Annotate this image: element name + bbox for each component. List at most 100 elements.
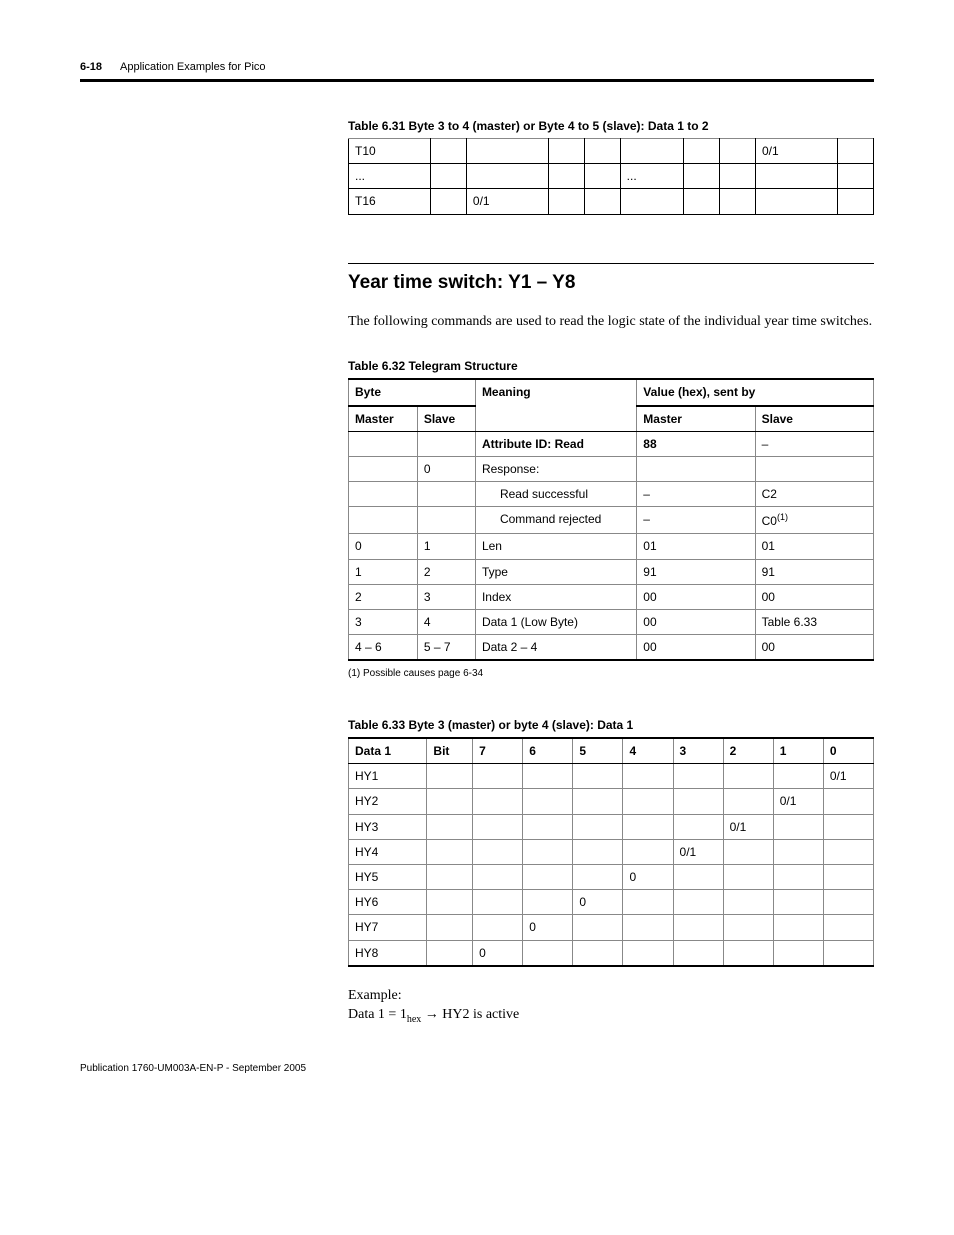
cell: ... [620, 164, 684, 189]
cell [473, 789, 523, 814]
cell [573, 839, 623, 864]
cell: 88 [637, 431, 755, 456]
th-value: Value (hex), sent by [637, 379, 874, 405]
cell: 00 [637, 584, 755, 609]
cell: – [755, 431, 873, 456]
cell [773, 839, 823, 864]
cell: Attribute ID: Read [475, 431, 636, 456]
cell [427, 789, 473, 814]
cell [773, 865, 823, 890]
example-label: Example: [348, 987, 874, 1006]
cell [349, 482, 418, 507]
th-value-master: Master [637, 406, 755, 432]
cell: Command rejected [475, 507, 636, 534]
cell [773, 940, 823, 966]
cell: 91 [755, 559, 873, 584]
cell: – [637, 507, 755, 534]
table-row: 34Data 1 (Low Byte)00Table 6.33 [349, 610, 874, 635]
cell [523, 839, 573, 864]
page-header: 6-18 Application Examples for Pico [80, 60, 874, 75]
table-631-caption: Table 6.31 Byte 3 to 4 (master) or Byte … [348, 118, 874, 134]
table-632-caption: Table 6.32 Telegram Structure [348, 358, 874, 374]
cell [573, 814, 623, 839]
cell [573, 865, 623, 890]
cell: Index [475, 584, 636, 609]
cell: HY3 [349, 814, 427, 839]
cell: HY5 [349, 865, 427, 890]
cell [573, 915, 623, 940]
cell: 3 [417, 584, 475, 609]
cell: 91 [637, 559, 755, 584]
cell [573, 764, 623, 789]
cell: ... [349, 164, 431, 189]
cell: 01 [755, 534, 873, 559]
section-heading: Year time switch: Y1 – Y8 [348, 263, 874, 296]
table-row: 23Index0000 [349, 584, 874, 609]
cell: 1 [417, 534, 475, 559]
cell [417, 507, 475, 534]
cell: 0/1 [723, 814, 773, 839]
cell: 0 [523, 915, 573, 940]
th-meaning: Meaning [475, 379, 636, 431]
cell [823, 789, 873, 814]
th-slave: Slave [417, 406, 475, 432]
cell [623, 814, 673, 839]
th-b4: 4 [623, 738, 673, 764]
cell: 1 [349, 559, 418, 584]
cell [349, 431, 418, 456]
publication-line: Publication 1760-UM003A-EN-P - September… [80, 1062, 874, 1076]
th-b2: 2 [723, 738, 773, 764]
cell [349, 507, 418, 534]
cell: C0(1) [755, 507, 873, 534]
cell: T16 [349, 189, 431, 214]
example-rhs: → HY2 is active [421, 1007, 519, 1022]
cell [427, 764, 473, 789]
cell [723, 915, 773, 940]
cell [773, 915, 823, 940]
cell: 0/1 [756, 139, 838, 164]
cell [823, 865, 873, 890]
th-b7: 7 [473, 738, 523, 764]
cell [431, 164, 467, 189]
cell: 0 [417, 456, 475, 481]
cell [673, 865, 723, 890]
cell [584, 164, 620, 189]
table-row: ...... [349, 164, 874, 189]
example-lhs: Data 1 = 1 [348, 1007, 407, 1022]
cell [417, 482, 475, 507]
cell [473, 814, 523, 839]
cell: 0/1 [673, 839, 723, 864]
table-row: Read successful–C2 [349, 482, 874, 507]
table-row: HY3 0/1 [349, 814, 874, 839]
table-row: HY60 [349, 890, 874, 915]
cell: 01 [637, 534, 755, 559]
cell: 0/1 [466, 189, 548, 214]
table-row: HY4 0/1 [349, 839, 874, 864]
cell [584, 189, 620, 214]
table-row: 01Len0101 [349, 534, 874, 559]
page-number: 6-18 [80, 60, 102, 75]
table-row: HY5 0 [349, 865, 874, 890]
cell [773, 814, 823, 839]
table-row: T16 0/1 [349, 189, 874, 214]
th-b6: 6 [523, 738, 573, 764]
cell: HY1 [349, 764, 427, 789]
table-row: Attribute ID: Read88– [349, 431, 874, 456]
cell [466, 164, 548, 189]
cell: HY4 [349, 839, 427, 864]
th-b5: 5 [573, 738, 623, 764]
cell [673, 814, 723, 839]
table-632-footnote: (1) Possible causes page 6-34 [348, 667, 874, 681]
th-value-slave: Slave [755, 406, 873, 432]
cell: Type [475, 559, 636, 584]
cell [823, 940, 873, 966]
cell [473, 764, 523, 789]
cell: 0 [623, 865, 673, 890]
cell [427, 915, 473, 940]
table-row: 0Response: [349, 456, 874, 481]
table-row: HY20/1 [349, 789, 874, 814]
table-row: HY10/1 [349, 764, 874, 789]
example-subscript: hex [407, 1013, 421, 1024]
cell [720, 189, 756, 214]
table-row: 4 – 65 – 7Data 2 – 40000 [349, 635, 874, 661]
